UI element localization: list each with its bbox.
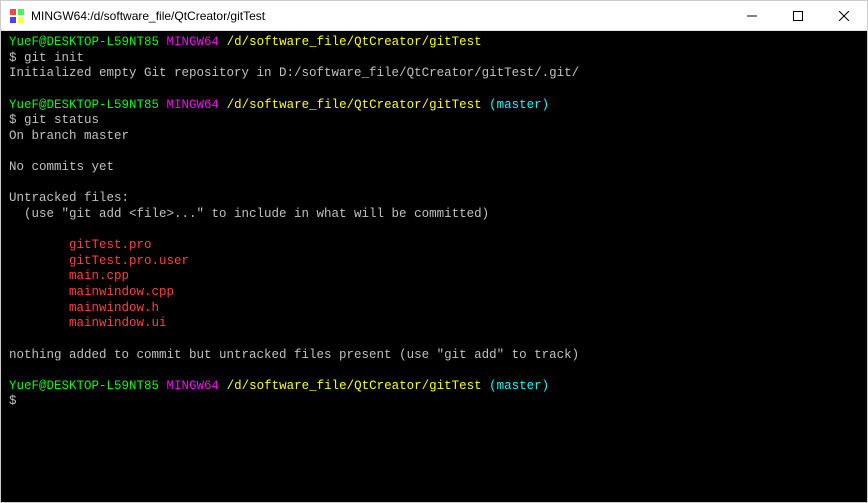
minimize-button[interactable] bbox=[729, 1, 775, 30]
untracked-file: gitTest.pro bbox=[9, 238, 859, 254]
output-line: Untracked files: bbox=[9, 191, 859, 207]
prompt-env: MINGW64 bbox=[167, 98, 220, 112]
prompt-line: YueF@DESKTOP-L59NT85 MINGW64 /d/software… bbox=[9, 98, 859, 114]
untracked-file: main.cpp bbox=[9, 269, 859, 285]
prompt-line: YueF@DESKTOP-L59NT85 MINGW64 /d/software… bbox=[9, 35, 859, 51]
output-line: No commits yet bbox=[9, 160, 859, 176]
prompt-path: /d/software_file/QtCreator/gitTest bbox=[227, 379, 482, 393]
prompt-line: YueF@DESKTOP-L59NT85 MINGW64 /d/software… bbox=[9, 379, 859, 395]
blank-line bbox=[9, 223, 859, 239]
maximize-button[interactable] bbox=[775, 1, 821, 30]
untracked-file: mainwindow.cpp bbox=[9, 285, 859, 301]
untracked-file: mainwindow.h bbox=[9, 301, 859, 317]
window-controls bbox=[729, 1, 867, 30]
output-line: Initialized empty Git repository in D:/s… bbox=[9, 66, 859, 82]
command-text: git init bbox=[24, 51, 84, 65]
prompt-branch: (master) bbox=[489, 98, 549, 112]
prompt-user-host: YueF@DESKTOP-L59NT85 bbox=[9, 35, 159, 49]
untracked-file: mainwindow.ui bbox=[9, 316, 859, 332]
window: MINGW64:/d/software_file/QtCreator/gitTe… bbox=[0, 0, 868, 503]
untracked-file: gitTest.pro.user bbox=[9, 254, 859, 270]
blank-line bbox=[9, 82, 859, 98]
prompt-env: MINGW64 bbox=[167, 35, 220, 49]
prompt-symbol: $ bbox=[9, 113, 24, 127]
titlebar: MINGW64:/d/software_file/QtCreator/gitTe… bbox=[1, 1, 867, 31]
prompt-symbol: $ bbox=[9, 394, 859, 410]
close-button[interactable] bbox=[821, 1, 867, 30]
output-line: On branch master bbox=[9, 129, 859, 145]
prompt-symbol: $ bbox=[9, 51, 24, 65]
command-line: $ git status bbox=[9, 113, 859, 129]
window-title: MINGW64:/d/software_file/QtCreator/gitTe… bbox=[31, 9, 729, 23]
output-line: nothing added to commit but untracked fi… bbox=[9, 348, 859, 364]
output-line: (use "git add <file>..." to include in w… bbox=[9, 207, 859, 223]
prompt-env: MINGW64 bbox=[167, 379, 220, 393]
prompt-path: /d/software_file/QtCreator/gitTest bbox=[227, 98, 482, 112]
blank-line bbox=[9, 363, 859, 379]
app-icon bbox=[9, 8, 25, 24]
prompt-user-host: YueF@DESKTOP-L59NT85 bbox=[9, 98, 159, 112]
blank-line bbox=[9, 144, 859, 160]
command-line: $ git init bbox=[9, 51, 859, 67]
blank-line bbox=[9, 332, 859, 348]
prompt-path: /d/software_file/QtCreator/gitTest bbox=[227, 35, 482, 49]
command-text: git status bbox=[24, 113, 99, 127]
blank-line bbox=[9, 176, 859, 192]
terminal[interactable]: YueF@DESKTOP-L59NT85 MINGW64 /d/software… bbox=[1, 31, 867, 502]
prompt-user-host: YueF@DESKTOP-L59NT85 bbox=[9, 379, 159, 393]
prompt-branch: (master) bbox=[489, 379, 549, 393]
